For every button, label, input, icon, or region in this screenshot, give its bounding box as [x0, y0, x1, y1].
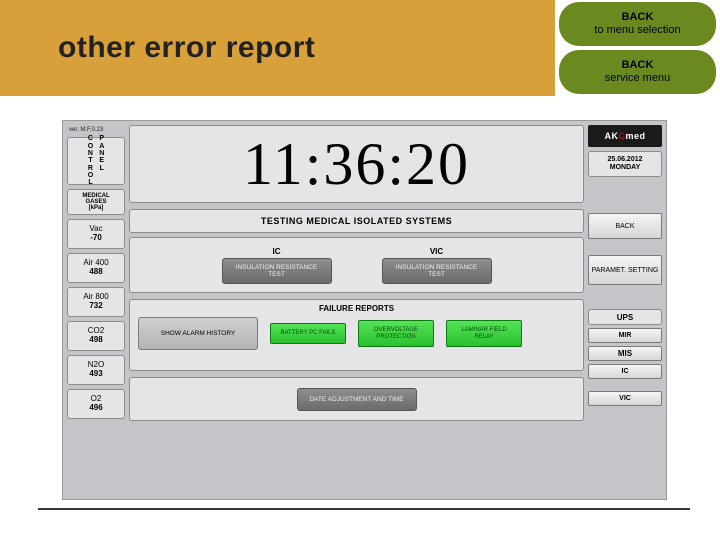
- brand-b: C: [618, 131, 625, 141]
- date-adjustment-button[interactable]: DATE ADJUSTMENT AND TIME: [297, 388, 417, 411]
- ups-mir[interactable]: MIR: [588, 328, 662, 343]
- ups-mis[interactable]: MIS: [588, 346, 662, 361]
- gas-value: -70: [90, 234, 102, 243]
- gas-value: 488: [89, 268, 102, 277]
- gas-air400[interactable]: Air 400488: [67, 253, 125, 283]
- date-display: 25.06.2012 MONDAY: [588, 151, 662, 177]
- horizontal-rule: [38, 508, 690, 510]
- gas-vac[interactable]: Vac-70: [67, 219, 125, 249]
- banner-right: BACK to menu selection BACK service menu: [555, 0, 720, 96]
- overvoltage-protection-button[interactable]: OVERVOLTAGE PROTECTION: [358, 320, 434, 347]
- back-button[interactable]: BACK: [588, 213, 662, 239]
- brand-c: med: [625, 131, 645, 141]
- back-sublabel: service menu: [605, 72, 670, 85]
- ic-label: IC: [273, 247, 281, 256]
- date-adjust-panel: DATE ADJUSTMENT AND TIME: [129, 377, 584, 421]
- gas-value: 496: [89, 404, 102, 413]
- vic-label: VIC: [430, 247, 443, 256]
- control-panel-label: CONTROLPANEL: [67, 137, 125, 185]
- banner-left: other error report: [0, 0, 555, 96]
- failure-header: FAILURE REPORTS: [138, 304, 575, 313]
- back-sublabel: to menu selection: [594, 24, 680, 37]
- gas-o2[interactable]: O2496: [67, 389, 125, 419]
- gas-air800[interactable]: Air 800732: [67, 287, 125, 317]
- title-banner: other error report BACK to menu selectio…: [0, 0, 720, 96]
- gas-value: 498: [89, 336, 102, 345]
- clock-display: 11:36:20: [129, 125, 584, 203]
- ups-vic[interactable]: VIC: [588, 391, 662, 406]
- medical-gases-header: MEDICAL GASES [kPa]: [67, 189, 125, 215]
- gas-value: 732: [89, 302, 102, 311]
- gas-value: 493: [89, 370, 102, 379]
- back-label: BACK: [622, 11, 654, 24]
- vic-insulation-test-button[interactable]: INSULATION RESISTANCE TEST: [382, 258, 492, 284]
- testing-header: TESTING MEDICAL ISOLATED SYSTEMS: [129, 209, 584, 233]
- gas-co2[interactable]: CO2498: [67, 321, 125, 351]
- battery-pc-fails-button[interactable]: BATTERY PC FAILS: [270, 323, 346, 343]
- back-label: BACK: [622, 59, 654, 72]
- ic-insulation-test-button[interactable]: INSULATION RESISTANCE TEST: [222, 258, 332, 284]
- middle-column: 11:36:20 TESTING MEDICAL ISOLATED SYSTEM…: [129, 125, 584, 495]
- mg-l3: [kPa]: [89, 205, 104, 211]
- page-title: other error report: [58, 31, 315, 65]
- back-menu-selection-button[interactable]: BACK to menu selection: [559, 2, 716, 46]
- left-column: ver. M.F.0.23 CONTROLPANEL MEDICAL GASES…: [67, 125, 125, 495]
- ups-header: UPS: [588, 309, 662, 325]
- brand-logo: AKCmed: [588, 125, 662, 147]
- show-alarm-history-button[interactable]: SHOW ALARM HISTORY: [138, 317, 258, 350]
- parameter-setting-button[interactable]: PARAMET. SETTING: [588, 255, 662, 285]
- back-service-menu-button[interactable]: BACK service menu: [559, 50, 716, 94]
- device-screen: ver. M.F.0.23 CONTROLPANEL MEDICAL GASES…: [62, 120, 667, 500]
- date-value: 25.06.2012: [607, 156, 642, 164]
- weekday-value: MONDAY: [610, 164, 640, 172]
- ups-ic[interactable]: IC: [588, 364, 662, 379]
- right-column: AKCmed 25.06.2012 MONDAY BACK PARAMET. S…: [588, 125, 662, 495]
- brand-a: AK: [604, 131, 618, 141]
- failure-reports-panel: FAILURE REPORTS SHOW ALARM HISTORY BATTE…: [129, 299, 584, 371]
- laminar-field-relay-button[interactable]: LAMINAR FIELD RELAY: [446, 320, 522, 347]
- testing-row: IC INSULATION RESISTANCE TEST VIC INSULA…: [129, 237, 584, 293]
- gas-n2o[interactable]: N2O493: [67, 355, 125, 385]
